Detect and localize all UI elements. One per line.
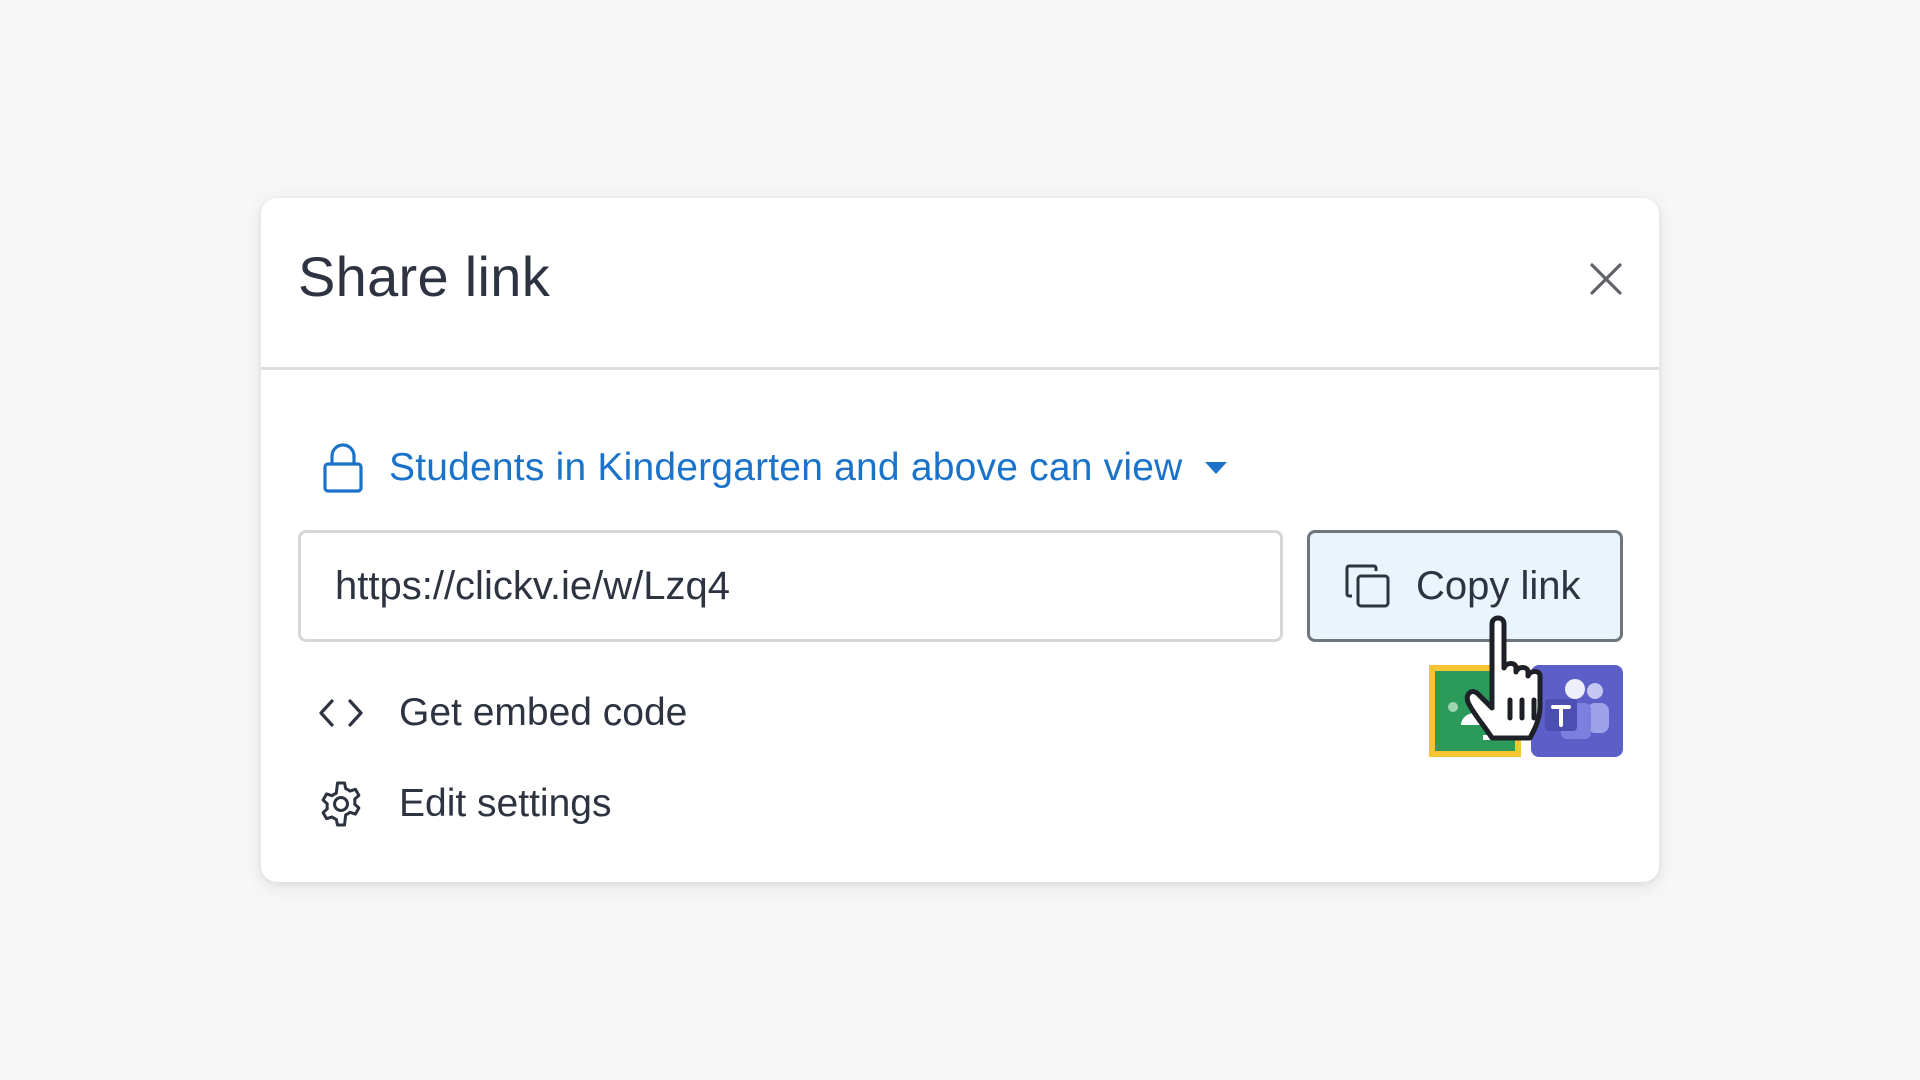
get-embed-code-button[interactable]: Get embed code: [317, 683, 687, 743]
share-link-dialog: Share link Students in Kindergarten and …: [261, 198, 1659, 882]
copy-link-label: Copy link: [1416, 563, 1581, 608]
visibility-label: Students in Kindergarten and above can v…: [389, 446, 1183, 489]
copy-link-button[interactable]: Copy link: [1307, 530, 1623, 642]
edit-settings-label: Edit settings: [399, 782, 612, 825]
close-button[interactable]: [1581, 254, 1631, 304]
code-icon: [317, 689, 365, 737]
dialog-header: Share link: [261, 198, 1659, 370]
caret-down-icon: [1205, 462, 1228, 474]
dialog-title: Share link: [298, 245, 551, 308]
visibility-dropdown[interactable]: Students in Kindergarten and above can v…: [321, 438, 1228, 498]
edit-settings-button[interactable]: Edit settings: [317, 774, 611, 834]
gear-icon: [317, 780, 365, 828]
share-url-field[interactable]: [298, 530, 1283, 642]
lock-icon: [323, 443, 363, 493]
embed-code-label: Get embed code: [399, 691, 688, 734]
copy-icon: [1345, 564, 1390, 608]
close-icon: [1590, 263, 1622, 295]
google-classroom-icon[interactable]: [1429, 665, 1521, 757]
microsoft-teams-icon[interactable]: [1531, 665, 1623, 757]
